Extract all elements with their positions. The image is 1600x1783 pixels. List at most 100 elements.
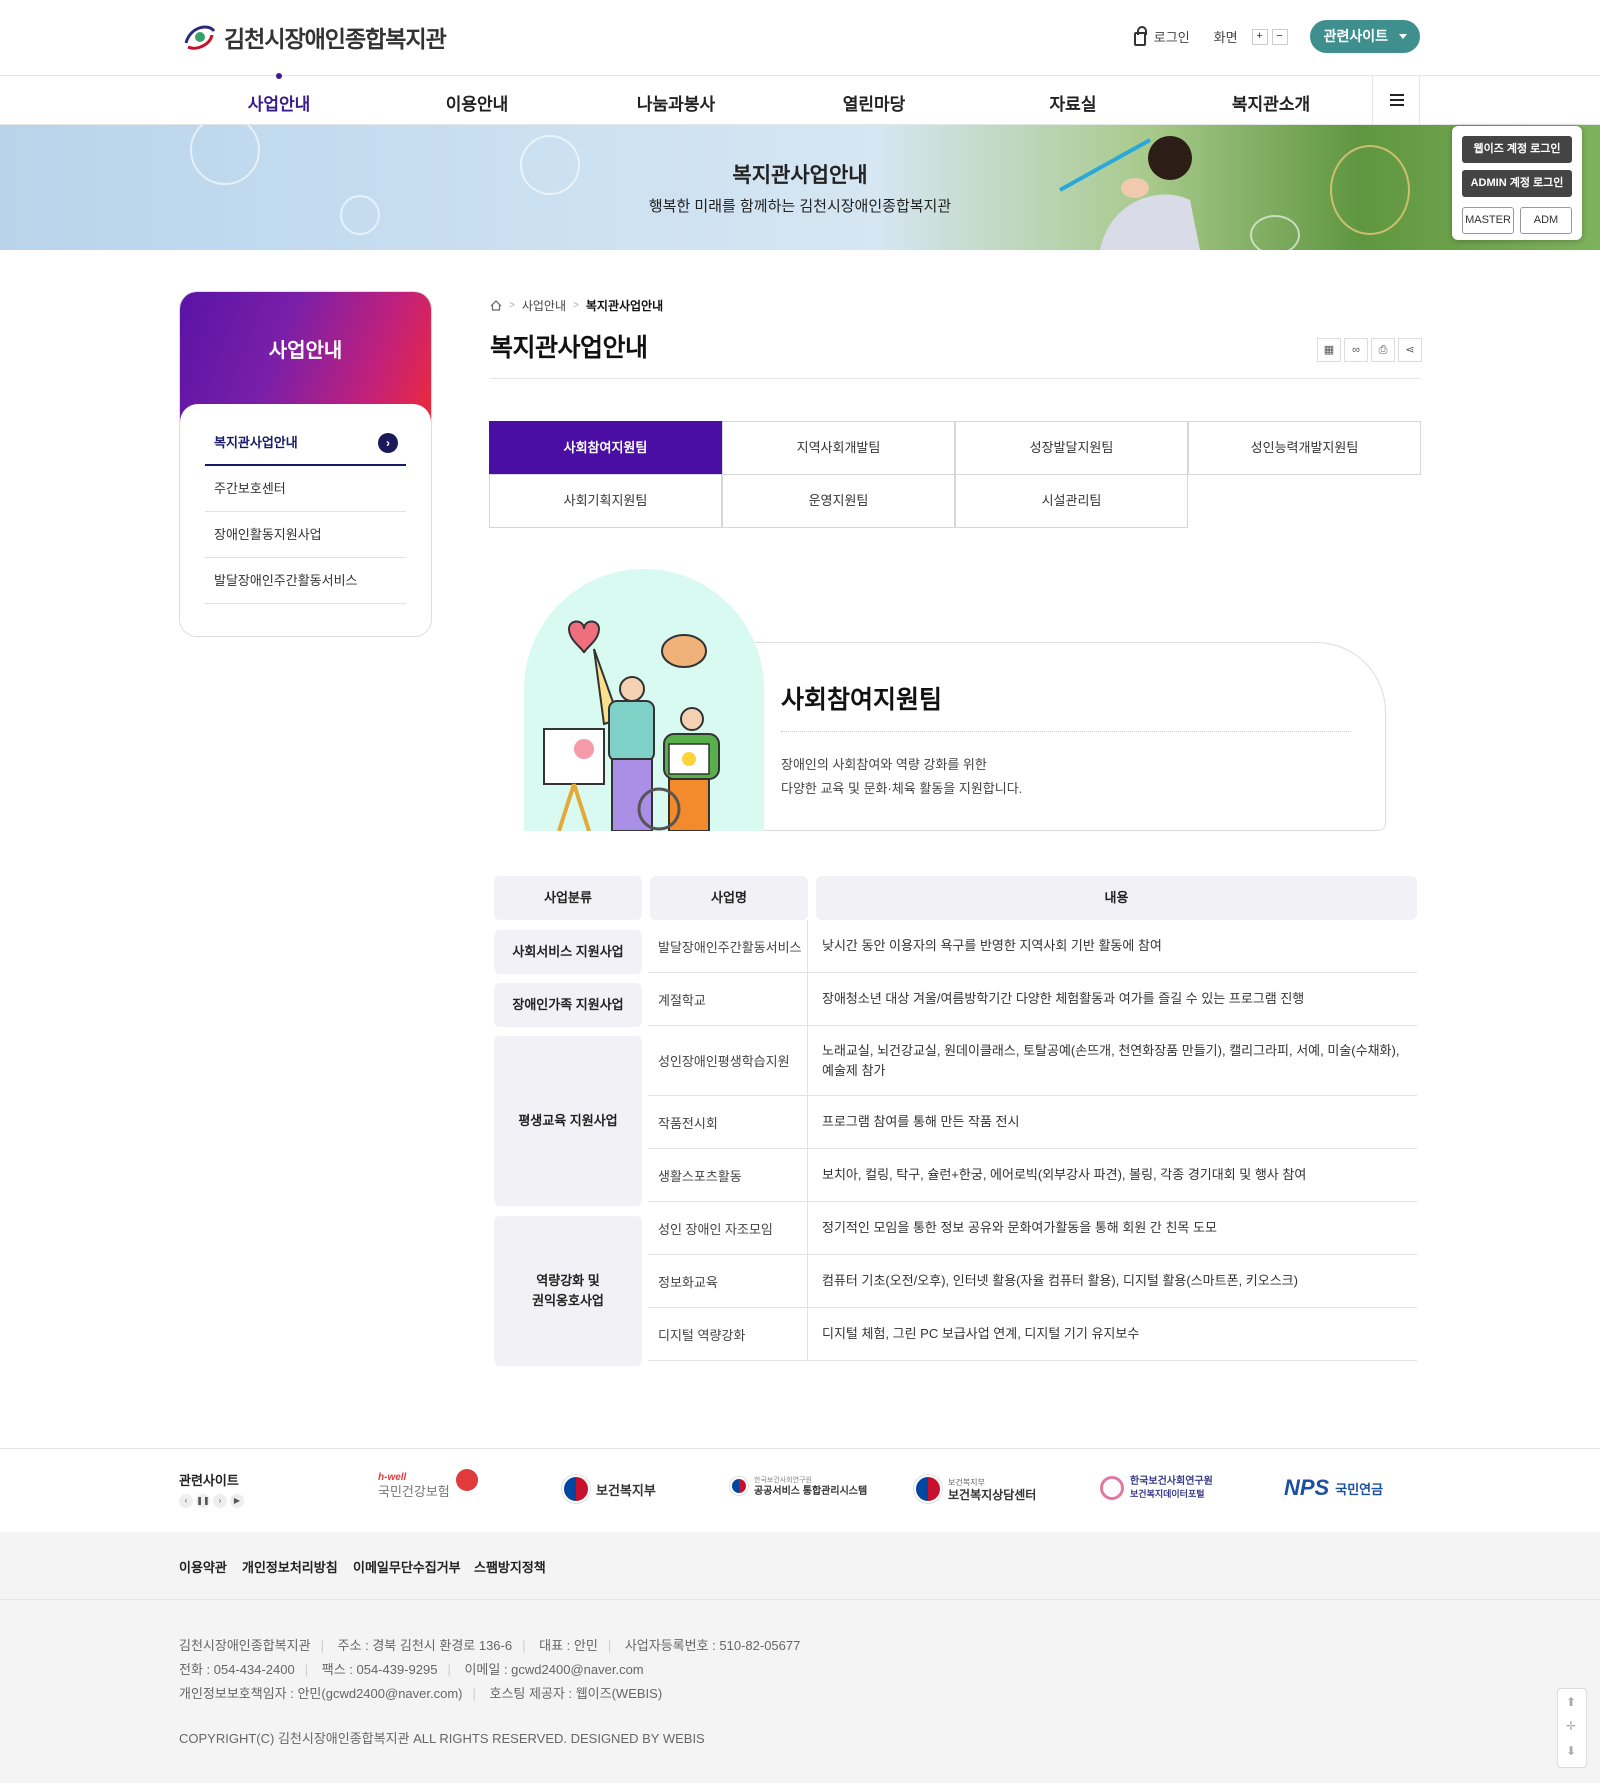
arrow-up-icon[interactable]: ⬆ — [1566, 1695, 1576, 1709]
logo-kihasa-line: 한국보건사회연구원 — [1130, 1476, 1213, 1487]
logo-nps-brand: NPS — [1284, 1475, 1330, 1500]
taegeuk-icon — [562, 1475, 590, 1503]
admin-login-button[interactable]: ADMIN 계정 로그인 — [1462, 170, 1572, 197]
tab-operation-support[interactable]: 운영지원팀 — [722, 474, 955, 528]
nav-item-open-forum[interactable]: 열린마당 — [843, 90, 906, 115]
move-icon[interactable]: ✛ — [1566, 1719, 1576, 1733]
tab-facility-management[interactable]: 시설관리팀 — [955, 474, 1188, 528]
breadcrumb-current: 복지관사업안내 — [585, 299, 664, 313]
tab-adult-ability[interactable]: 성인능력개발지원팀 — [1188, 421, 1421, 475]
footer-fax: 팩스 : 054-439-9295 — [321, 1662, 438, 1677]
table-cell-content: 보치아, 컬링, 탁구, 슐런+한궁, 에어로빅(외부강사 파견), 볼링, 각… — [822, 1167, 1307, 1182]
play-icon[interactable]: ▶ — [230, 1494, 244, 1508]
logo-nps[interactable]: NPS 국민연금 — [1284, 1475, 1383, 1501]
nav-item-usage[interactable]: 이용안내 — [446, 90, 509, 115]
table-row: 생활스포츠활동 보치아, 컬링, 탁구, 슐런+한궁, 에어로빅(외부강사 파견… — [648, 1149, 1417, 1202]
footer-info-line: 김천시장애인종합복지관 | 주소 : 경북 김천시 환경로 136-6 | 대표 :… — [179, 1638, 801, 1653]
logo-icon — [184, 25, 216, 50]
tab-community-development[interactable]: 지역사회개발팀 — [722, 421, 955, 475]
lock-icon — [1133, 25, 1147, 46]
bubble-decoration — [1330, 145, 1410, 235]
table-category: 역량강화 및 권익옹호사업 — [494, 1216, 642, 1366]
table-header-category: 사업분류 — [494, 876, 642, 920]
table-category: 장애인가족 지원사업 — [494, 983, 642, 1027]
intro-card — [724, 642, 1386, 831]
footer-link-spam[interactable]: 스팸방지정책 — [474, 1557, 546, 1576]
logo-welfare-call-center[interactable]: 보건복지부 보건복지상담센터 — [914, 1475, 1036, 1503]
print-icon[interactable]: ⎙ — [1371, 338, 1395, 362]
table-category-line: 권익옹호사업 — [532, 1293, 604, 1308]
table-cell-content: 노래교실, 뇌건강교실, 원데이클래스, 토탈공예(손뜨개, 천연화장품 만들기… — [822, 1042, 1400, 1078]
login-label: 로그인 — [1153, 30, 1190, 45]
breadcrumb-item[interactable]: 사업안내 — [522, 297, 566, 314]
bubble-decoration — [520, 135, 580, 195]
qr-code-icon[interactable]: ▦ — [1317, 338, 1341, 362]
link-icon[interactable]: ∞ — [1344, 338, 1368, 362]
logo-public-service-name: 공공서비스 통합관리시스템 — [754, 1486, 868, 1497]
nav-item-about[interactable]: 복지관소개 — [1232, 90, 1310, 115]
title-divider — [490, 378, 1421, 379]
breadcrumb-separator: > — [573, 300, 579, 311]
next-icon[interactable]: › — [213, 1494, 227, 1508]
table-cell-content: 컴퓨터 기초(오전/오후), 인터넷 활용(자율 컴퓨터 활용), 디지털 활용… — [822, 1273, 1298, 1288]
share-icon[interactable]: ⋖ — [1398, 338, 1422, 362]
footer-info-line: 전화 : 054-434-2400 | 팩스 : 054-439-9295 | 이메… — [179, 1662, 644, 1677]
nav-item-archive[interactable]: 자료실 — [1050, 90, 1097, 115]
table-cell-content: 정기적인 모임을 통한 정보 공유와 문화여가활동을 통해 회원 간 친목 도모 — [822, 1220, 1217, 1235]
breadcrumb: > 사업안내 > 복지관사업안내 — [490, 297, 663, 314]
intro-title: 사회참여지원팀 — [781, 686, 943, 714]
footer-copyright: COPYRIGHT(C) 김천시장애인종합복지관 ALL RIGHTS RESE… — [179, 1731, 705, 1746]
main-nav: 사업안내 이용안내 나눔과봉사 열린마당 자료실 복지관소개 — [0, 73, 1600, 125]
logo-public-service[interactable]: 한국보건사회연구원 공공서비스 통합관리시스템 — [730, 1475, 867, 1497]
table-row: 성인장애인평생학습지원 노래교실, 뇌건강교실, 원데이클래스, 토탈공예(손뜨… — [648, 1026, 1417, 1096]
master-button[interactable]: MASTER — [1462, 207, 1514, 234]
logo-kihasa-line: 보건복지데이터포털 — [1130, 1489, 1205, 1499]
footer-address: 주소 : 경북 김천시 환경로 136-6 — [337, 1638, 513, 1653]
side-nav-item-welfare-business[interactable]: 복지관사업안내 › — [205, 420, 406, 466]
zoom-in-button[interactable]: + — [1251, 28, 1268, 45]
prev-icon[interactable]: ‹ — [179, 1494, 193, 1508]
arrow-down-icon[interactable]: ⬇ — [1566, 1744, 1576, 1758]
logo-kihasa[interactable]: 한국보건사회연구원 보건복지데이터포털 — [1100, 1475, 1213, 1501]
chevron-right-icon: › — [378, 433, 398, 453]
taegeuk-icon — [914, 1475, 942, 1503]
menu-icon[interactable] — [1372, 76, 1420, 125]
webis-login-button[interactable]: 웹이즈 계정 로그인 — [1462, 136, 1572, 163]
bubble-decoration — [190, 125, 260, 185]
pause-icon[interactable]: ❚❚ — [196, 1494, 210, 1508]
tab-growth-development[interactable]: 성장발달지원팀 — [955, 421, 1188, 475]
intro-divider — [781, 731, 1351, 732]
adm-button[interactable]: ADM — [1520, 207, 1572, 234]
side-nav-item-developmental-service[interactable]: 발달장애인주간활동서비스 — [205, 558, 406, 604]
screen-zoom: 화면 + − — [1214, 27, 1288, 46]
side-nav-item-day-care[interactable]: 주간보호센터 — [205, 466, 406, 512]
footer-link-terms[interactable]: 이용약관 — [179, 1557, 227, 1576]
visual-subtitle: 행복한 미래를 함께하는 김천시장애인종합복지관 — [648, 198, 952, 215]
family-sites-title: 관련사이트 — [179, 1473, 239, 1488]
home-icon[interactable] — [490, 300, 502, 311]
side-nav-item-label: 복지관사업안내 — [214, 435, 298, 450]
intro-desc-line: 다양한 교육 및 문화·체육 활동을 지원합니다. — [781, 781, 1023, 796]
logo-public-service-small: 한국보건사회연구원 — [754, 1477, 812, 1484]
login-link[interactable]: 로그인 — [1133, 25, 1190, 46]
table-category-line: 역량강화 및 — [536, 1273, 600, 1288]
tab-social-planning[interactable]: 사회기획지원팀 — [489, 474, 722, 528]
tab-social-participation[interactable]: 사회참여지원팀 — [489, 421, 722, 475]
related-site-button[interactable]: 관련사이트 — [1309, 20, 1420, 53]
logo-nhis-name: 국민건강보험 — [378, 1484, 450, 1499]
footer-link-privacy[interactable]: 개인정보처리방침 — [242, 1557, 338, 1576]
nav-item-business[interactable]: 사업안내 — [248, 90, 311, 115]
side-nav-item-activity-support[interactable]: 장애인활동지원사업 — [205, 512, 406, 558]
logo-mohw[interactable]: 보건복지부 — [562, 1475, 656, 1503]
intro-description: 장애인의 사회참여와 역량 강화를 위한 다양한 교육 및 문화·체육 활동을 … — [781, 753, 1022, 801]
logo-nhis[interactable]: h-well 국민건강보험 — [378, 1469, 478, 1499]
footer-links: 이용약관 개인정보처리방침 이메일무단수집거부 스팸방지정책 — [0, 1532, 1600, 1600]
zoom-out-button[interactable]: − — [1271, 28, 1288, 45]
table-cell-name: 계절학교 — [648, 973, 808, 1025]
nav-item-sharing[interactable]: 나눔과봉사 — [637, 90, 715, 115]
table-header-name: 사업명 — [650, 876, 808, 920]
side-nav: 사업안내 복지관사업안내 › 주간보호센터 장애인활동지원사업 발달장애인주간활… — [179, 291, 432, 637]
table-cell-content: 낮시간 동안 이용자의 욕구를 반영한 지역사회 기반 활동에 참여 — [822, 938, 1162, 953]
footer-link-email[interactable]: 이메일무단수집거부 — [353, 1557, 461, 1576]
site-logo[interactable]: 김천시장애인종합복지관 — [182, 20, 447, 54]
